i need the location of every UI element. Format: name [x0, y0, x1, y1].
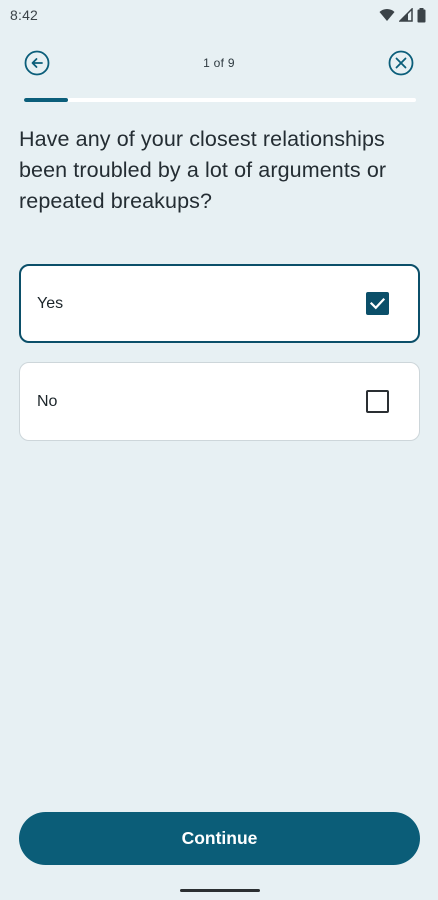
wifi-icon — [379, 9, 395, 21]
option-no[interactable]: No — [19, 362, 420, 441]
option-yes[interactable]: Yes — [19, 264, 420, 343]
screen: 8:42 1 of 9 Have any of your closest rel… — [0, 0, 438, 900]
option-label: Yes — [37, 294, 64, 312]
checkbox-no[interactable] — [366, 390, 389, 413]
progress-fill — [24, 98, 68, 102]
continue-button[interactable]: Continue — [19, 812, 420, 865]
battery-icon — [417, 7, 426, 22]
status-bar: 8:42 — [0, 0, 438, 30]
checkmark-icon — [369, 297, 386, 310]
progress-bar — [24, 98, 416, 102]
close-button[interactable] — [386, 48, 416, 78]
close-icon — [388, 50, 414, 76]
option-label: No — [37, 392, 58, 410]
status-time: 8:42 — [10, 7, 39, 23]
top-nav: 1 of 9 — [0, 48, 438, 80]
step-indicator: 1 of 9 — [203, 56, 235, 70]
checkbox-yes[interactable] — [366, 292, 389, 315]
home-indicator[interactable] — [180, 889, 260, 892]
status-icons — [379, 7, 426, 23]
question-text: Have any of your closest relationships b… — [19, 127, 387, 213]
signal-icon — [399, 8, 413, 22]
